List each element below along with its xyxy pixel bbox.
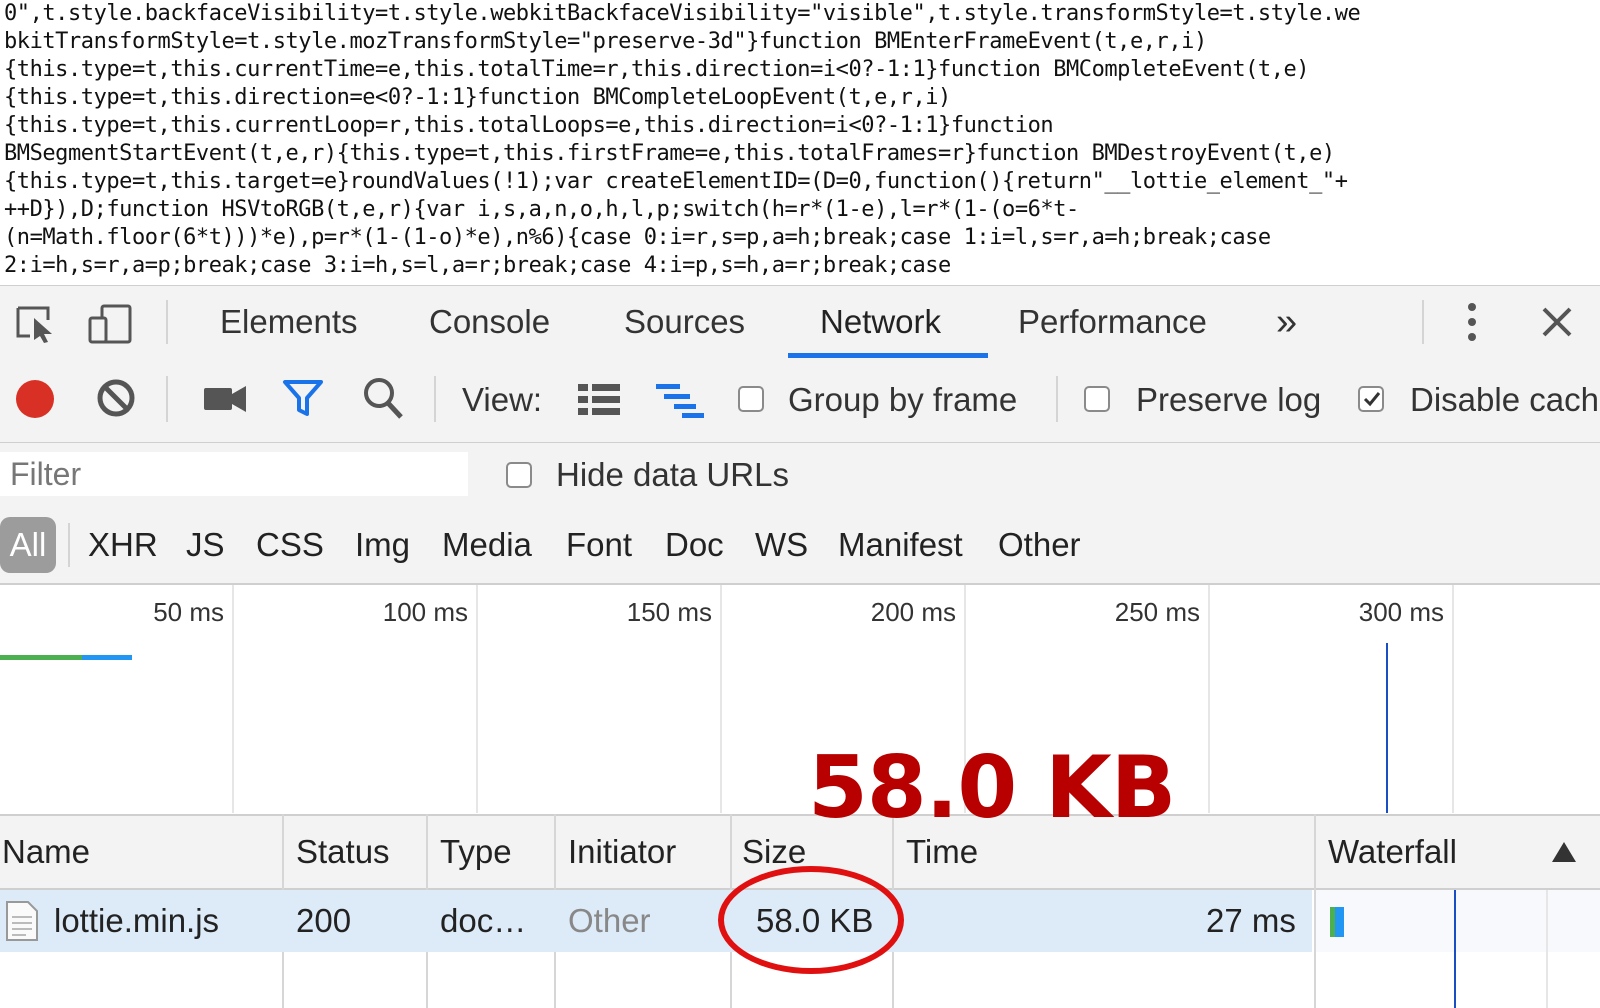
grid-line <box>1452 585 1454 813</box>
hide-data-urls-label: Hide data URLs <box>556 456 789 493</box>
source-code-panel: 0",t.style.backfaceVisibility=t.style.we… <box>0 0 1600 284</box>
resource-type-filter-bar: All XHR JS CSS Img Media Font Doc WS Man… <box>0 507 1600 585</box>
code-line: BMSegmentStartEvent(t,e,r){this.type=t,t… <box>4 141 1335 166</box>
devtools-tab-bar: Elements Console Sources Network Perform… <box>0 285 1600 359</box>
group-by-frame-checkbox[interactable] <box>738 386 764 412</box>
grid-line <box>476 585 478 813</box>
large-rows-icon[interactable] <box>578 382 620 421</box>
tab-network[interactable]: Network <box>820 286 941 358</box>
tab-elements[interactable]: Elements <box>220 286 358 358</box>
disable-cache-checkbox[interactable] <box>1358 386 1384 412</box>
group-by-frame-label: Group by frame <box>788 381 1018 418</box>
close-icon[interactable] <box>1541 306 1573 343</box>
type-filter-ws[interactable]: WS <box>755 507 808 583</box>
inspect-element-icon[interactable] <box>14 304 58 349</box>
waterfall-cell <box>1316 890 1600 952</box>
separator <box>434 376 436 422</box>
separator <box>166 300 168 344</box>
timeline-bar-download <box>82 655 132 660</box>
tab-performance[interactable]: Performance <box>1018 286 1207 358</box>
timeline-tick: 250 ms <box>1114 597 1200 627</box>
separator <box>68 523 70 567</box>
type-filter-other[interactable]: Other <box>998 507 1081 583</box>
code-line: {this.type=t,this.currentTime=e,this.tot… <box>4 57 1310 82</box>
column-initiator[interactable]: Initiator <box>568 816 676 888</box>
separator <box>166 376 168 422</box>
column-waterfall[interactable]: Waterfall <box>1328 816 1457 888</box>
timeline-tick: 50 ms <box>153 597 224 627</box>
type-filter-xhr[interactable]: XHR <box>88 507 158 583</box>
record-icon[interactable] <box>14 378 56 425</box>
timeline-tick: 150 ms <box>626 597 712 627</box>
preserve-log-checkbox[interactable] <box>1084 386 1110 412</box>
timeline-tick: 300 ms <box>1358 597 1444 627</box>
type-filter-all[interactable]: All <box>0 517 56 573</box>
disable-cache-label: Disable cach <box>1410 381 1599 418</box>
waterfall-overview-icon[interactable] <box>656 382 706 423</box>
type-filter-doc[interactable]: Doc <box>665 507 724 583</box>
code-line: {this.type=t,this.target=e}roundValues(!… <box>4 169 1348 194</box>
code-line: 2:i=h,s=r,a=p;break;case 3:i=h,s=l,a=r;b… <box>4 253 951 278</box>
load-event-line <box>1454 890 1456 1008</box>
code-line: {this.type=t,this.currentLoop=r,this.tot… <box>4 113 1054 138</box>
more-tabs-icon[interactable]: » <box>1276 286 1297 358</box>
search-icon[interactable] <box>362 376 404 425</box>
separator <box>1056 376 1058 422</box>
code-line: bkitTransformStyle=t.style.mozTransformS… <box>4 29 1207 54</box>
network-toolbar: View: Group by frame Preserve log Disabl… <box>0 358 1600 443</box>
screenshot-camera-icon[interactable] <box>204 384 246 419</box>
column-status[interactable]: Status <box>296 816 390 888</box>
timeline-tick: 100 ms <box>382 597 468 627</box>
timeline-tick: 200 ms <box>870 597 956 627</box>
type-filter-js[interactable]: JS <box>186 507 225 583</box>
filter-input[interactable] <box>0 452 468 496</box>
size-annotation-ring <box>718 866 904 974</box>
timeline-overview[interactable]: 50 ms 100 ms 150 ms 200 ms 250 ms 300 ms <box>0 585 1600 813</box>
size-annotation-label: 58.0 KB <box>808 738 1176 838</box>
separator <box>1422 300 1424 344</box>
row-initiator: Other <box>568 902 651 939</box>
sort-ascending-icon[interactable] <box>1552 842 1576 867</box>
preserve-log-label: Preserve log <box>1136 381 1322 418</box>
row-type: doc… <box>440 902 527 939</box>
document-file-icon <box>6 901 38 946</box>
grid-line <box>232 585 234 813</box>
filter-funnel-icon[interactable] <box>282 378 324 423</box>
tab-console[interactable]: Console <box>429 286 550 358</box>
load-event-line <box>1386 643 1388 813</box>
type-filter-img[interactable]: Img <box>355 507 410 583</box>
grid-line <box>720 585 722 813</box>
code-line: ++D}),D;function HSVtoRGB(t,e,r){var i,s… <box>4 197 1079 222</box>
view-label: View: <box>462 381 543 418</box>
grid-line <box>1208 585 1210 813</box>
code-line: {this.type=t,this.direction=e<0?-1:1}fun… <box>4 85 951 110</box>
column-type[interactable]: Type <box>440 816 512 888</box>
row-time: 27 ms <box>1206 902 1296 939</box>
code-line: (n=Math.floor(6*t)))*e),p=r*(1-(1-o)*e),… <box>4 225 1271 250</box>
code-line: 0",t.style.backfaceVisibility=t.style.we… <box>4 1 1361 26</box>
filter-row: Hide data URLs <box>0 443 1600 507</box>
hide-data-urls-checkbox[interactable] <box>506 462 532 488</box>
row-name[interactable]: lottie.min.js <box>54 890 219 952</box>
type-filter-manifest[interactable]: Manifest <box>838 507 963 583</box>
column-name[interactable]: Name <box>2 816 90 888</box>
device-toolbar-icon[interactable] <box>88 304 134 349</box>
row-status: 200 <box>296 902 352 939</box>
clear-icon[interactable] <box>96 378 136 423</box>
tab-sources[interactable]: Sources <box>624 286 745 358</box>
type-filter-media[interactable]: Media <box>442 507 532 583</box>
grid-line <box>1546 890 1548 1008</box>
type-filter-css[interactable]: CSS <box>256 507 324 583</box>
type-filter-font[interactable]: Font <box>566 507 632 583</box>
waterfall-bar-download <box>1335 907 1344 937</box>
kebab-menu-icon[interactable] <box>1466 302 1478 347</box>
timeline-bar-waiting <box>0 655 82 660</box>
